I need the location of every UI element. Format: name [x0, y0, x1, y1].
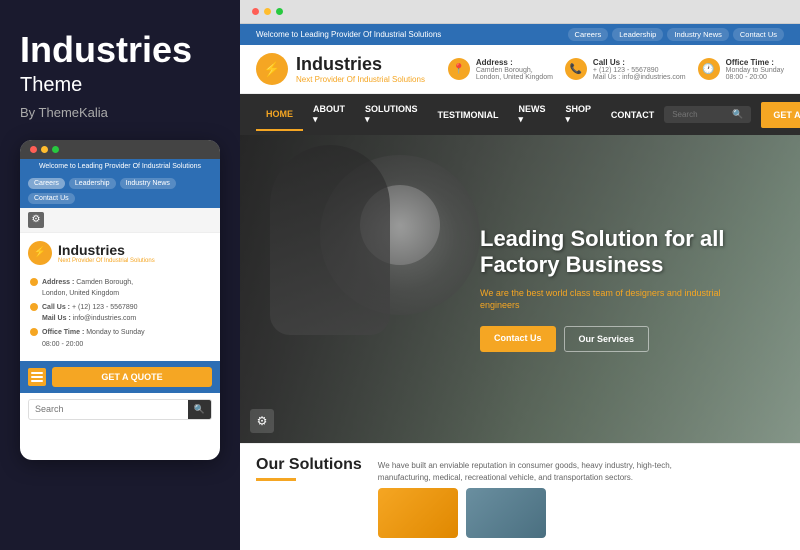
nav-testimonial[interactable]: TESTIMONIAL	[428, 100, 509, 130]
clock-icon: 🕐	[698, 58, 720, 80]
mobile-search-bar: 🔍	[28, 399, 212, 420]
solutions-description: We have built an enviable reputation in …	[378, 460, 678, 484]
phone-icon: 📞	[565, 58, 587, 80]
theme-subtitle: Theme	[20, 74, 220, 97]
browser-chrome	[240, 0, 800, 24]
header-hours: 🕐 Office Time : Monday to Sunday08:00 - …	[698, 58, 784, 81]
solutions-images	[378, 488, 678, 538]
hero-gear-icon[interactable]: ⚙	[250, 409, 274, 433]
minimize-dot	[41, 146, 48, 153]
nav-shop[interactable]: SHOP ▾	[556, 94, 601, 135]
announcement-bar: Welcome to Leading Provider Of Industria…	[240, 24, 800, 45]
hero-contact-button[interactable]: Contact Us	[480, 326, 556, 352]
browser-minimize-dot	[264, 8, 271, 15]
hamburger-icon[interactable]	[28, 368, 46, 386]
mobile-logo-icon: ⚡	[28, 241, 52, 265]
nav-news[interactable]: NEWS ▾	[509, 94, 556, 135]
site-header: ⚡ Industries Next Provider Of Industrial…	[240, 45, 800, 94]
solution-image-2	[466, 488, 546, 538]
theme-by: By ThemeKalia	[20, 105, 220, 120]
header-info: 📍 Address : Camden Borough,London, Unite…	[448, 58, 784, 81]
hero-content: Leading Solution for all Factory Busines…	[480, 226, 760, 352]
nav-home[interactable]: HOME	[256, 99, 303, 131]
site-navigation: HOME ABOUT ▾ SOLUTIONS ▾ TESTIMONIAL NEW…	[240, 94, 800, 135]
header-phone: 📞 Call Us : + (12) 123 - 5567890Mail Us …	[565, 58, 686, 81]
mobile-pill-leadership[interactable]: Leadership	[69, 178, 116, 189]
mobile-pill-careers[interactable]: Careers	[28, 178, 65, 189]
address-icon: 📍	[448, 58, 470, 80]
ann-link-contact[interactable]: Contact Us	[733, 28, 784, 41]
browser-close-dot	[252, 8, 259, 15]
mobile-nav-pills: Careers Leadership Industry News Contact…	[20, 174, 220, 208]
address-dot-icon	[30, 278, 38, 286]
mobile-logo-tagline: Next Provider Of Industrial Solutions	[58, 258, 155, 264]
ham-line-1	[31, 372, 43, 374]
solutions-heading: Our Solutions	[256, 456, 362, 538]
nav-about[interactable]: ABOUT ▾	[303, 94, 355, 135]
hero-section: Leading Solution for all Factory Busines…	[240, 135, 800, 443]
hero-title: Leading Solution for all Factory Busines…	[480, 226, 760, 279]
ham-line-2	[31, 376, 43, 378]
solutions-title: Our Solutions	[256, 456, 362, 474]
ham-line-3	[31, 380, 43, 382]
nav-cta-button[interactable]: GET A QUOTE	[761, 102, 800, 128]
hero-services-button[interactable]: Our Services	[564, 326, 650, 352]
logo-tagline: Next Provider Of Industrial Solutions	[296, 75, 425, 84]
site-logo: ⚡ Industries Next Provider Of Industrial…	[256, 53, 425, 85]
browser-maximize-dot	[276, 8, 283, 15]
nav-search-button[interactable]: 🔍	[732, 109, 743, 120]
right-panel: Welcome to Leading Provider Of Industria…	[240, 0, 800, 550]
announcement-text: Welcome to Leading Provider Of Industria…	[256, 30, 441, 39]
mobile-preview: Welcome to Leading Provider Of Industria…	[20, 140, 220, 460]
mobile-contact-hours: Office Time : Monday to Sunday08:00 - 20…	[30, 327, 210, 349]
mobile-announcement: Welcome to Leading Provider Of Industria…	[20, 159, 220, 174]
logo-name: Industries	[296, 54, 425, 75]
close-dot	[30, 146, 37, 153]
nav-search-input[interactable]	[672, 110, 732, 119]
ann-link-industry-news[interactable]: Industry News	[667, 28, 729, 41]
nav-search-area: 🔍	[664, 106, 751, 123]
mobile-pill-industry-news[interactable]: Industry News	[120, 178, 176, 189]
mobile-contact-phone: Call Us : + (12) 123 - 5567890Mail Us : …	[30, 302, 210, 324]
mobile-cta-bar: GET A QUOTE	[20, 361, 220, 393]
maximize-dot	[52, 146, 59, 153]
logo-icon: ⚡	[256, 53, 288, 85]
left-panel: Industries Theme By ThemeKalia Welcome t…	[0, 0, 240, 550]
mobile-browser-dots	[20, 140, 220, 159]
mobile-logo-name: Industries	[58, 242, 155, 258]
phone-dot-icon	[30, 303, 38, 311]
theme-title: Industries	[20, 30, 220, 70]
header-address: 📍 Address : Camden Borough,London, Unite…	[448, 58, 553, 81]
website-content: Welcome to Leading Provider Of Industria…	[240, 24, 800, 550]
mobile-search-button[interactable]: 🔍	[188, 400, 211, 419]
mobile-settings-bar: ⚙	[20, 208, 220, 233]
hero-buttons: Contact Us Our Services	[480, 326, 760, 352]
nav-solutions[interactable]: SOLUTIONS ▾	[355, 94, 428, 135]
solutions-section: Our Solutions We have built an enviable …	[240, 443, 800, 550]
gear-icon[interactable]: ⚙	[28, 212, 44, 228]
mobile-pill-contact[interactable]: Contact Us	[28, 193, 75, 204]
announcement-links: Careers Leadership Industry News Contact…	[568, 28, 784, 41]
mobile-contact-info: Address : Camden Borough,London, United …	[20, 273, 220, 357]
mobile-logo: ⚡ Industries Next Provider Of Industrial…	[20, 233, 220, 273]
ann-link-careers[interactable]: Careers	[568, 28, 609, 41]
hero-description: We are the best world class team of desi…	[480, 287, 760, 312]
ann-link-leadership[interactable]: Leadership	[612, 28, 663, 41]
mobile-search-input[interactable]	[29, 400, 188, 418]
mobile-cta-button[interactable]: GET A QUOTE	[52, 367, 212, 387]
nav-contact[interactable]: CONTACT	[601, 100, 664, 130]
worker-silhouette	[270, 145, 390, 335]
solutions-underline	[256, 478, 296, 481]
mobile-contact-address: Address : Camden Borough,London, United …	[30, 277, 210, 299]
solution-image-1	[378, 488, 458, 538]
hours-dot-icon	[30, 328, 38, 336]
